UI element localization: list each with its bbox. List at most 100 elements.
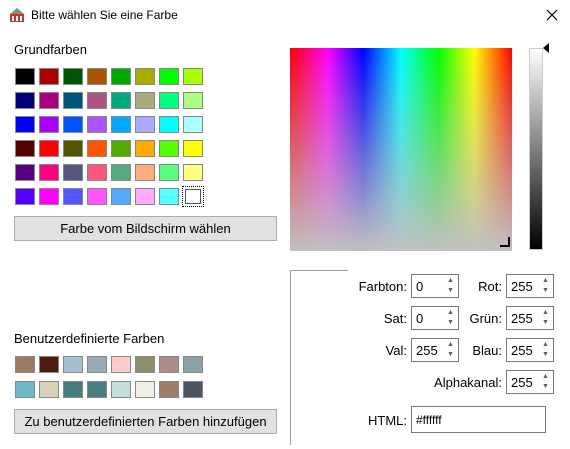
basic-color-swatch[interactable] [134, 114, 156, 135]
color-spectrum[interactable] [290, 48, 512, 251]
basic-color-swatch[interactable] [86, 162, 108, 183]
spin-up-icon[interactable]: ▲ [540, 309, 551, 317]
custom-color-swatch[interactable] [86, 379, 108, 400]
basic-color-swatch[interactable] [62, 186, 84, 207]
basic-color-swatch[interactable] [134, 138, 156, 159]
red-value: 255 [511, 279, 533, 294]
custom-color-swatch[interactable] [110, 354, 132, 375]
basic-color-swatch[interactable] [110, 90, 132, 111]
custom-color-swatch[interactable] [182, 354, 204, 375]
custom-color-swatch[interactable] [14, 379, 36, 400]
basic-color-swatch-fill [183, 140, 203, 157]
luminance-bar[interactable] [529, 48, 543, 250]
basic-color-swatch-fill [135, 116, 155, 133]
green-label: Grün: [469, 311, 502, 326]
basic-color-swatch-fill [111, 164, 131, 181]
spin-down-icon[interactable]: ▼ [540, 319, 551, 327]
blue-spinbox[interactable]: 255 ▲ ▼ [506, 338, 554, 362]
basic-color-swatch[interactable] [134, 90, 156, 111]
custom-color-swatch-fill [111, 356, 131, 373]
html-color-input[interactable]: #ffffff [411, 406, 546, 433]
spin-down-icon[interactable]: ▼ [540, 287, 551, 295]
spin-up-icon[interactable]: ▲ [540, 341, 551, 349]
custom-color-swatch[interactable] [62, 379, 84, 400]
add-custom-color-button[interactable]: Zu benutzerdefinierten Farben hinzufügen [14, 409, 277, 434]
blue-value: 255 [511, 343, 533, 358]
basic-color-swatch[interactable] [182, 138, 204, 159]
basic-color-swatch[interactable] [86, 138, 108, 159]
custom-color-swatch[interactable] [86, 354, 108, 375]
custom-color-swatch[interactable] [134, 379, 156, 400]
spin-down-icon[interactable]: ▼ [540, 383, 551, 391]
basic-color-swatch-fill [15, 164, 35, 181]
luminance-arrow-icon[interactable] [543, 43, 549, 53]
basic-color-swatch[interactable] [158, 162, 180, 183]
custom-color-swatch[interactable] [110, 379, 132, 400]
basic-color-swatch[interactable] [110, 114, 132, 135]
basic-color-swatch[interactable] [182, 162, 204, 183]
basic-color-swatch[interactable] [14, 186, 36, 207]
basic-color-swatch[interactable] [182, 90, 204, 111]
custom-color-swatch-fill [135, 381, 155, 398]
basic-color-swatch[interactable] [62, 66, 84, 87]
basic-color-swatch[interactable] [14, 138, 36, 159]
basic-color-swatch[interactable] [110, 186, 132, 207]
basic-color-swatch[interactable] [86, 66, 108, 87]
basic-color-swatch[interactable] [134, 162, 156, 183]
basic-color-swatch[interactable] [38, 114, 60, 135]
basic-color-swatch[interactable] [38, 138, 60, 159]
basic-color-swatch-fill [159, 68, 179, 85]
custom-color-swatch-fill [183, 356, 203, 373]
basic-color-swatch[interactable] [158, 138, 180, 159]
custom-color-swatch[interactable] [38, 379, 60, 400]
spin-up-icon[interactable]: ▲ [540, 277, 551, 285]
basic-color-swatch[interactable] [14, 162, 36, 183]
basic-color-swatch[interactable] [14, 114, 36, 135]
basic-color-swatch[interactable] [158, 66, 180, 87]
basic-color-swatch[interactable] [62, 114, 84, 135]
basic-color-swatch[interactable] [110, 138, 132, 159]
basic-color-swatch[interactable] [38, 90, 60, 111]
spectrum-crosshair[interactable] [500, 237, 510, 247]
basic-color-swatch[interactable] [134, 186, 156, 207]
basic-color-swatch[interactable] [38, 186, 60, 207]
basic-color-swatch[interactable] [158, 90, 180, 111]
close-button[interactable] [534, 0, 570, 30]
basic-color-swatch[interactable] [158, 114, 180, 135]
basic-color-swatch-fill [135, 92, 155, 109]
basic-color-swatch[interactable] [182, 66, 204, 87]
basic-color-swatch[interactable] [14, 66, 36, 87]
basic-color-swatch[interactable] [158, 186, 180, 207]
custom-color-swatch[interactable] [14, 354, 36, 375]
custom-color-swatch[interactable] [158, 379, 180, 400]
basic-color-swatch[interactable] [62, 90, 84, 111]
basic-color-swatch[interactable] [14, 90, 36, 111]
html-label: HTML: [368, 413, 407, 428]
basic-color-swatch-fill [183, 68, 203, 85]
basic-color-swatch[interactable] [38, 66, 60, 87]
custom-color-swatch[interactable] [62, 354, 84, 375]
pick-screen-color-button[interactable]: Farbe vom Bildschirm wählen [14, 216, 277, 241]
spin-down-icon[interactable]: ▼ [540, 351, 551, 359]
custom-color-swatch[interactable] [158, 354, 180, 375]
basic-color-swatch[interactable] [86, 114, 108, 135]
custom-color-swatch[interactable] [134, 354, 156, 375]
custom-color-swatch[interactable] [182, 379, 204, 400]
red-spinbox[interactable]: 255 ▲ ▼ [506, 274, 554, 298]
hue-value: 0 [416, 279, 424, 294]
green-spinbox[interactable]: 255 ▲ ▼ [506, 306, 554, 330]
basic-color-swatch[interactable] [182, 186, 204, 207]
basic-color-swatch[interactable] [38, 162, 60, 183]
alpha-spinbox[interactable]: 255 ▲ ▼ [506, 370, 554, 394]
custom-color-swatch[interactable] [38, 354, 60, 375]
basic-color-swatch[interactable] [62, 138, 84, 159]
basic-color-swatch-fill [135, 140, 155, 157]
basic-color-swatch[interactable] [62, 162, 84, 183]
spin-up-icon[interactable]: ▲ [540, 373, 551, 381]
basic-color-swatch[interactable] [182, 114, 204, 135]
basic-color-swatch[interactable] [134, 66, 156, 87]
basic-color-swatch[interactable] [86, 90, 108, 111]
basic-color-swatch[interactable] [86, 186, 108, 207]
basic-color-swatch[interactable] [110, 66, 132, 87]
basic-color-swatch[interactable] [110, 162, 132, 183]
